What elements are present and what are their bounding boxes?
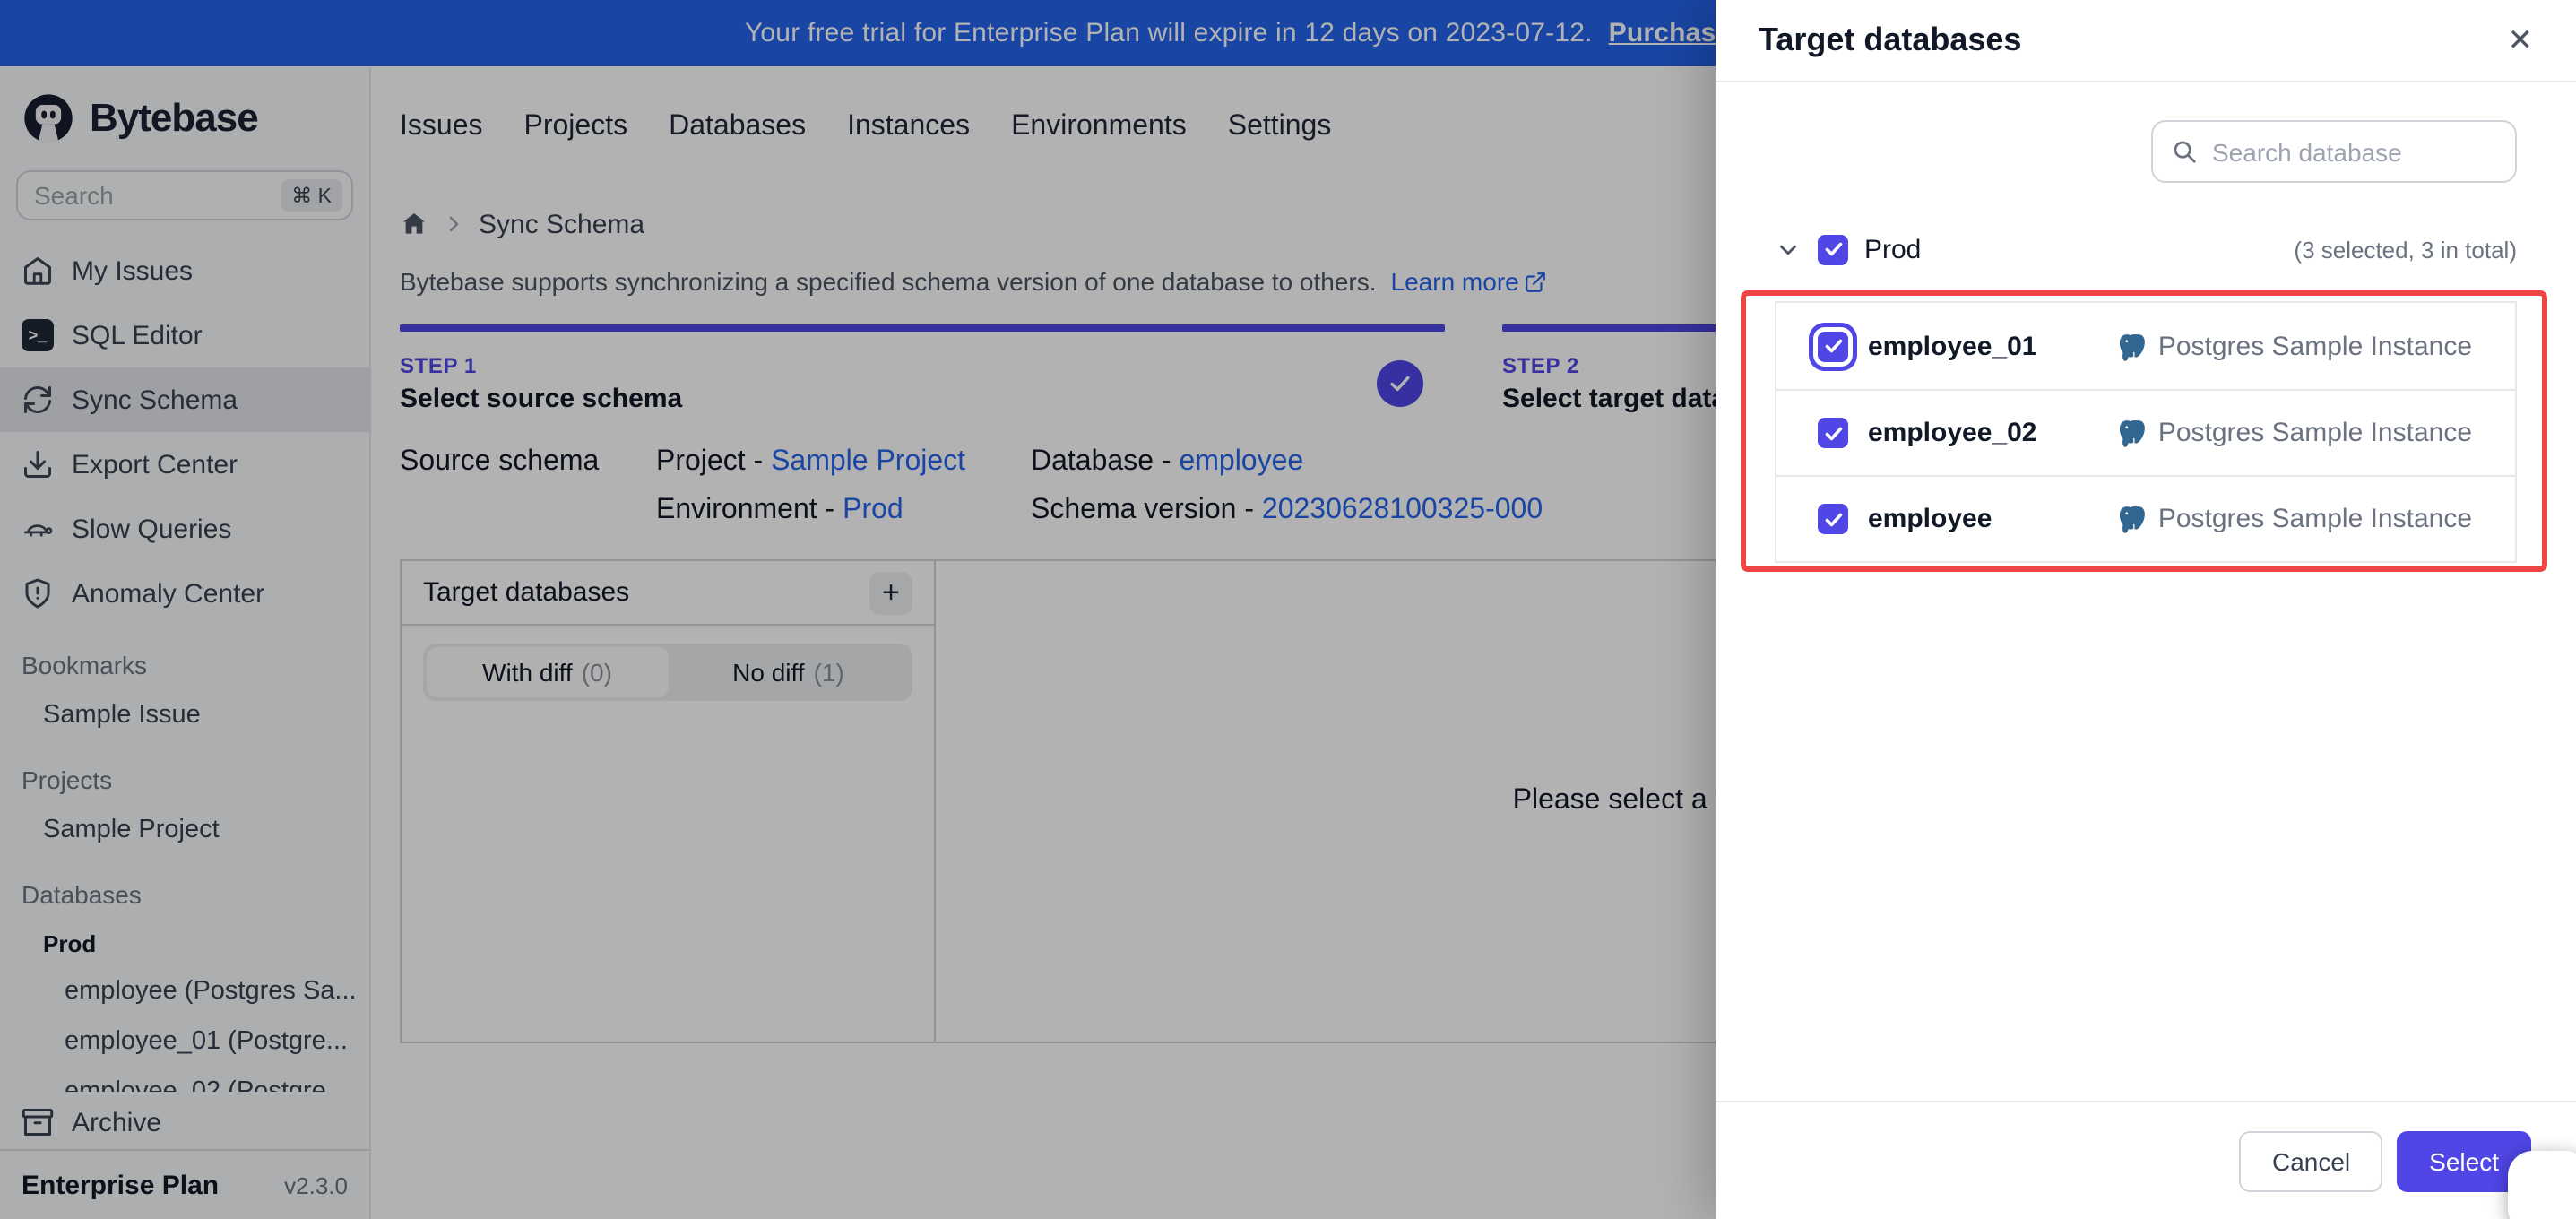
env-name[interactable]: Prod [1864, 234, 2278, 264]
postgres-icon [2119, 333, 2145, 360]
instance-name: Postgres Sample Instance [2157, 331, 2472, 361]
app-root: Your free trial for Enterprise Plan will… [0, 0, 2576, 1219]
target-databases-drawer: Target databases ✕ Search database Prod … [1716, 0, 2576, 1219]
database-search-placeholder: Search database [2212, 137, 2402, 166]
database-row-employee-01[interactable]: employee_01 Postgres Sample Instance [1776, 303, 2515, 389]
search-icon [2174, 141, 2196, 163]
chat-widget-bubble[interactable] [2508, 1151, 2576, 1219]
instance-name: Postgres Sample Instance [2157, 504, 2472, 534]
chevron-down-icon[interactable] [1775, 236, 1802, 263]
database-row-employee[interactable]: employee Postgres Sample Instance [1776, 475, 2515, 561]
drawer-body: Search database Prod (3 selected, 3 in t… [1716, 82, 2576, 563]
env-checkbox[interactable] [1818, 234, 1848, 264]
env-tree-row: Prod (3 selected, 3 in total) [1775, 228, 2517, 271]
database-name: employee [1868, 504, 1993, 534]
database-name: employee_02 [1868, 418, 2037, 448]
database-search-input[interactable]: Search database [2151, 120, 2517, 183]
drawer-footer: Cancel Select [1716, 1101, 2576, 1219]
database-checkbox[interactable] [1818, 331, 1848, 361]
database-row-employee-02[interactable]: employee_02 Postgres Sample Instance [1776, 389, 2515, 475]
selection-summary: (3 selected, 3 in total) [2294, 236, 2517, 263]
instance-name: Postgres Sample Instance [2157, 418, 2472, 448]
database-list: employee_01 Postgres Sample Instance emp… [1775, 301, 2517, 563]
database-checkbox[interactable] [1818, 418, 1848, 448]
database-checkbox[interactable] [1818, 504, 1848, 534]
cancel-button[interactable]: Cancel [2239, 1130, 2383, 1191]
drawer-header: Target databases ✕ [1716, 0, 2576, 82]
drawer-title: Target databases [1759, 22, 2022, 57]
close-icon[interactable]: ✕ [2508, 22, 2534, 58]
postgres-icon [2119, 506, 2145, 533]
postgres-icon [2119, 420, 2145, 447]
database-name: employee_01 [1868, 331, 2037, 361]
